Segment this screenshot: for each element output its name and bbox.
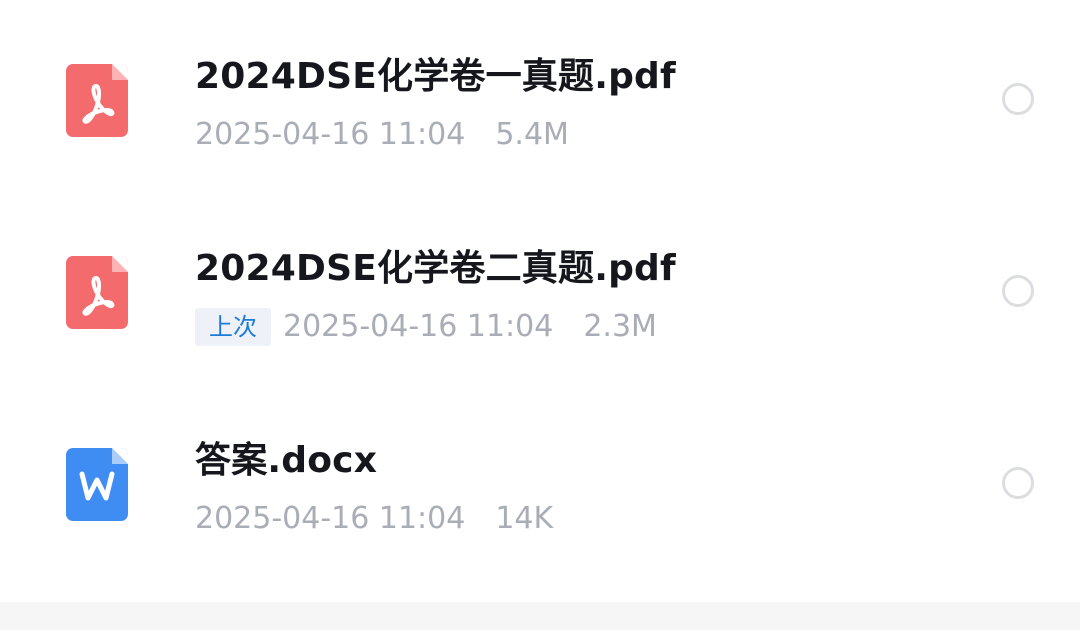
file-time: 2025-04-16 11:04 [195,117,466,152]
file-row[interactable]: 2024DSE化学卷一真题.pdf 2025-04-16 11:04 5.4M [0,3,1080,195]
file-size: 14K [495,501,554,536]
file-name[interactable]: 答案.docx [195,439,377,483]
file-size: 5.4M [495,117,569,152]
file-size: 2.3M [583,309,657,344]
file-row[interactable]: 答案.docx 2025-04-16 11:04 14K [0,387,1080,579]
file-list: 2024DSE化学卷一真题.pdf 2025-04-16 11:04 5.4M … [0,0,1080,602]
file-meta: 2025-04-16 11:04 5.4M [195,115,569,155]
file-time: 2025-04-16 11:04 [283,309,554,344]
file-name[interactable]: 2024DSE化学卷二真题.pdf [195,247,676,291]
bottom-bar [0,602,1080,630]
file-time: 2025-04-16 11:04 [195,501,466,536]
select-radio[interactable] [1002,275,1034,307]
file-name[interactable]: 2024DSE化学卷一真题.pdf [195,55,676,99]
select-radio[interactable] [1002,467,1034,499]
file-meta: 2025-04-16 11:04 14K [195,499,553,539]
select-radio[interactable] [1002,83,1034,115]
file-meta: 上次 2025-04-16 11:04 2.3M [195,307,657,347]
file-row[interactable]: 2024DSE化学卷二真题.pdf 上次 2025-04-16 11:04 2.… [0,195,1080,387]
recent-badge: 上次 [195,308,271,346]
pdf-file-icon [66,256,128,329]
pdf-file-icon [66,64,128,137]
word-file-icon [66,448,128,521]
